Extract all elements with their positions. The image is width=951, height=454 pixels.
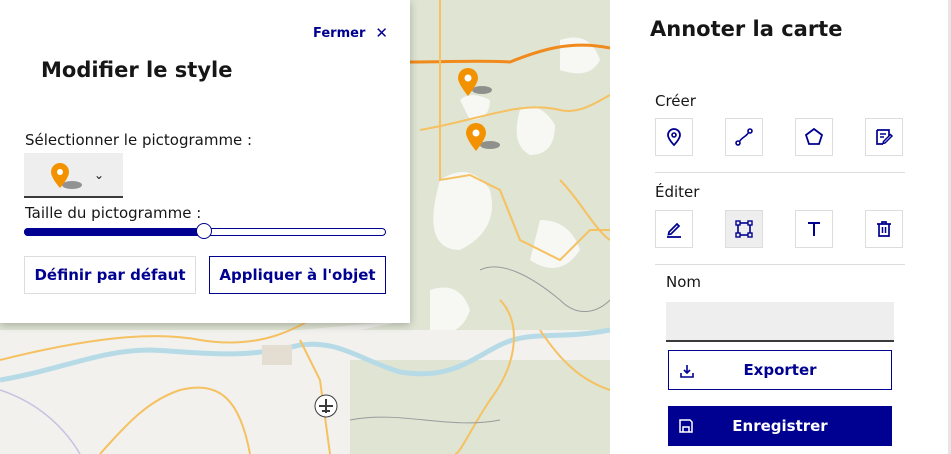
close-icon: ✕: [375, 24, 388, 42]
create-label: Créer: [655, 92, 696, 110]
apply-to-object-button[interactable]: Appliquer à l'objet: [209, 256, 386, 294]
delete-button[interactable]: [865, 210, 903, 248]
size-label: Taille du pictogramme :: [25, 204, 202, 222]
style-modal: Fermer ✕ Modifier le style Sélectionner …: [0, 0, 410, 323]
text-tool-button[interactable]: [795, 210, 833, 248]
size-slider[interactable]: [24, 223, 386, 239]
slider-thumb[interactable]: [196, 223, 212, 239]
close-label: Fermer: [313, 25, 366, 41]
annotate-panel: Annoter la carte Créer Éditer Nom Export…: [610, 0, 951, 454]
trash-icon: [877, 221, 891, 237]
edit-label: Éditer: [655, 183, 700, 201]
map-marker-icon[interactable]: [464, 121, 504, 155]
save-icon: [679, 419, 693, 433]
line-icon: [735, 128, 753, 146]
text-icon: [808, 222, 820, 236]
separator: [655, 264, 905, 265]
select-vertices-button[interactable]: [725, 210, 763, 248]
name-input[interactable]: [666, 302, 894, 342]
download-icon: [680, 365, 694, 378]
select-vertices-icon: [735, 220, 753, 238]
map-marker-icon[interactable]: [456, 66, 496, 100]
create-line-button[interactable]: [725, 118, 763, 156]
point-icon: [667, 128, 681, 147]
panel-title: Annoter la carte: [650, 17, 843, 41]
export-label: Exporter: [743, 361, 817, 379]
text-note-icon: [876, 129, 894, 145]
polygon-icon: [804, 127, 824, 145]
create-polygon-button[interactable]: [795, 118, 833, 156]
close-button[interactable]: Fermer ✕: [313, 24, 388, 42]
edit-button[interactable]: [655, 210, 693, 248]
chevron-down-icon: ⌄: [94, 168, 105, 182]
pictogram-select[interactable]: ⌄: [24, 153, 123, 198]
edit-pencil-icon: [667, 222, 681, 238]
orange-map-pin-icon: [51, 163, 82, 189]
name-label: Nom: [666, 273, 702, 291]
create-text-note-button[interactable]: [865, 118, 903, 156]
separator: [655, 172, 905, 173]
slider-fill: [24, 228, 204, 236]
set-default-button[interactable]: Définir par défaut: [24, 256, 196, 294]
pictogram-label: Sélectionner le pictogramme :: [25, 131, 253, 149]
export-button[interactable]: Exporter: [668, 350, 892, 390]
modal-title: Modifier le style: [41, 58, 233, 82]
save-label: Enregistrer: [732, 417, 828, 435]
save-button[interactable]: Enregistrer: [668, 406, 892, 446]
create-point-button[interactable]: [655, 118, 693, 156]
